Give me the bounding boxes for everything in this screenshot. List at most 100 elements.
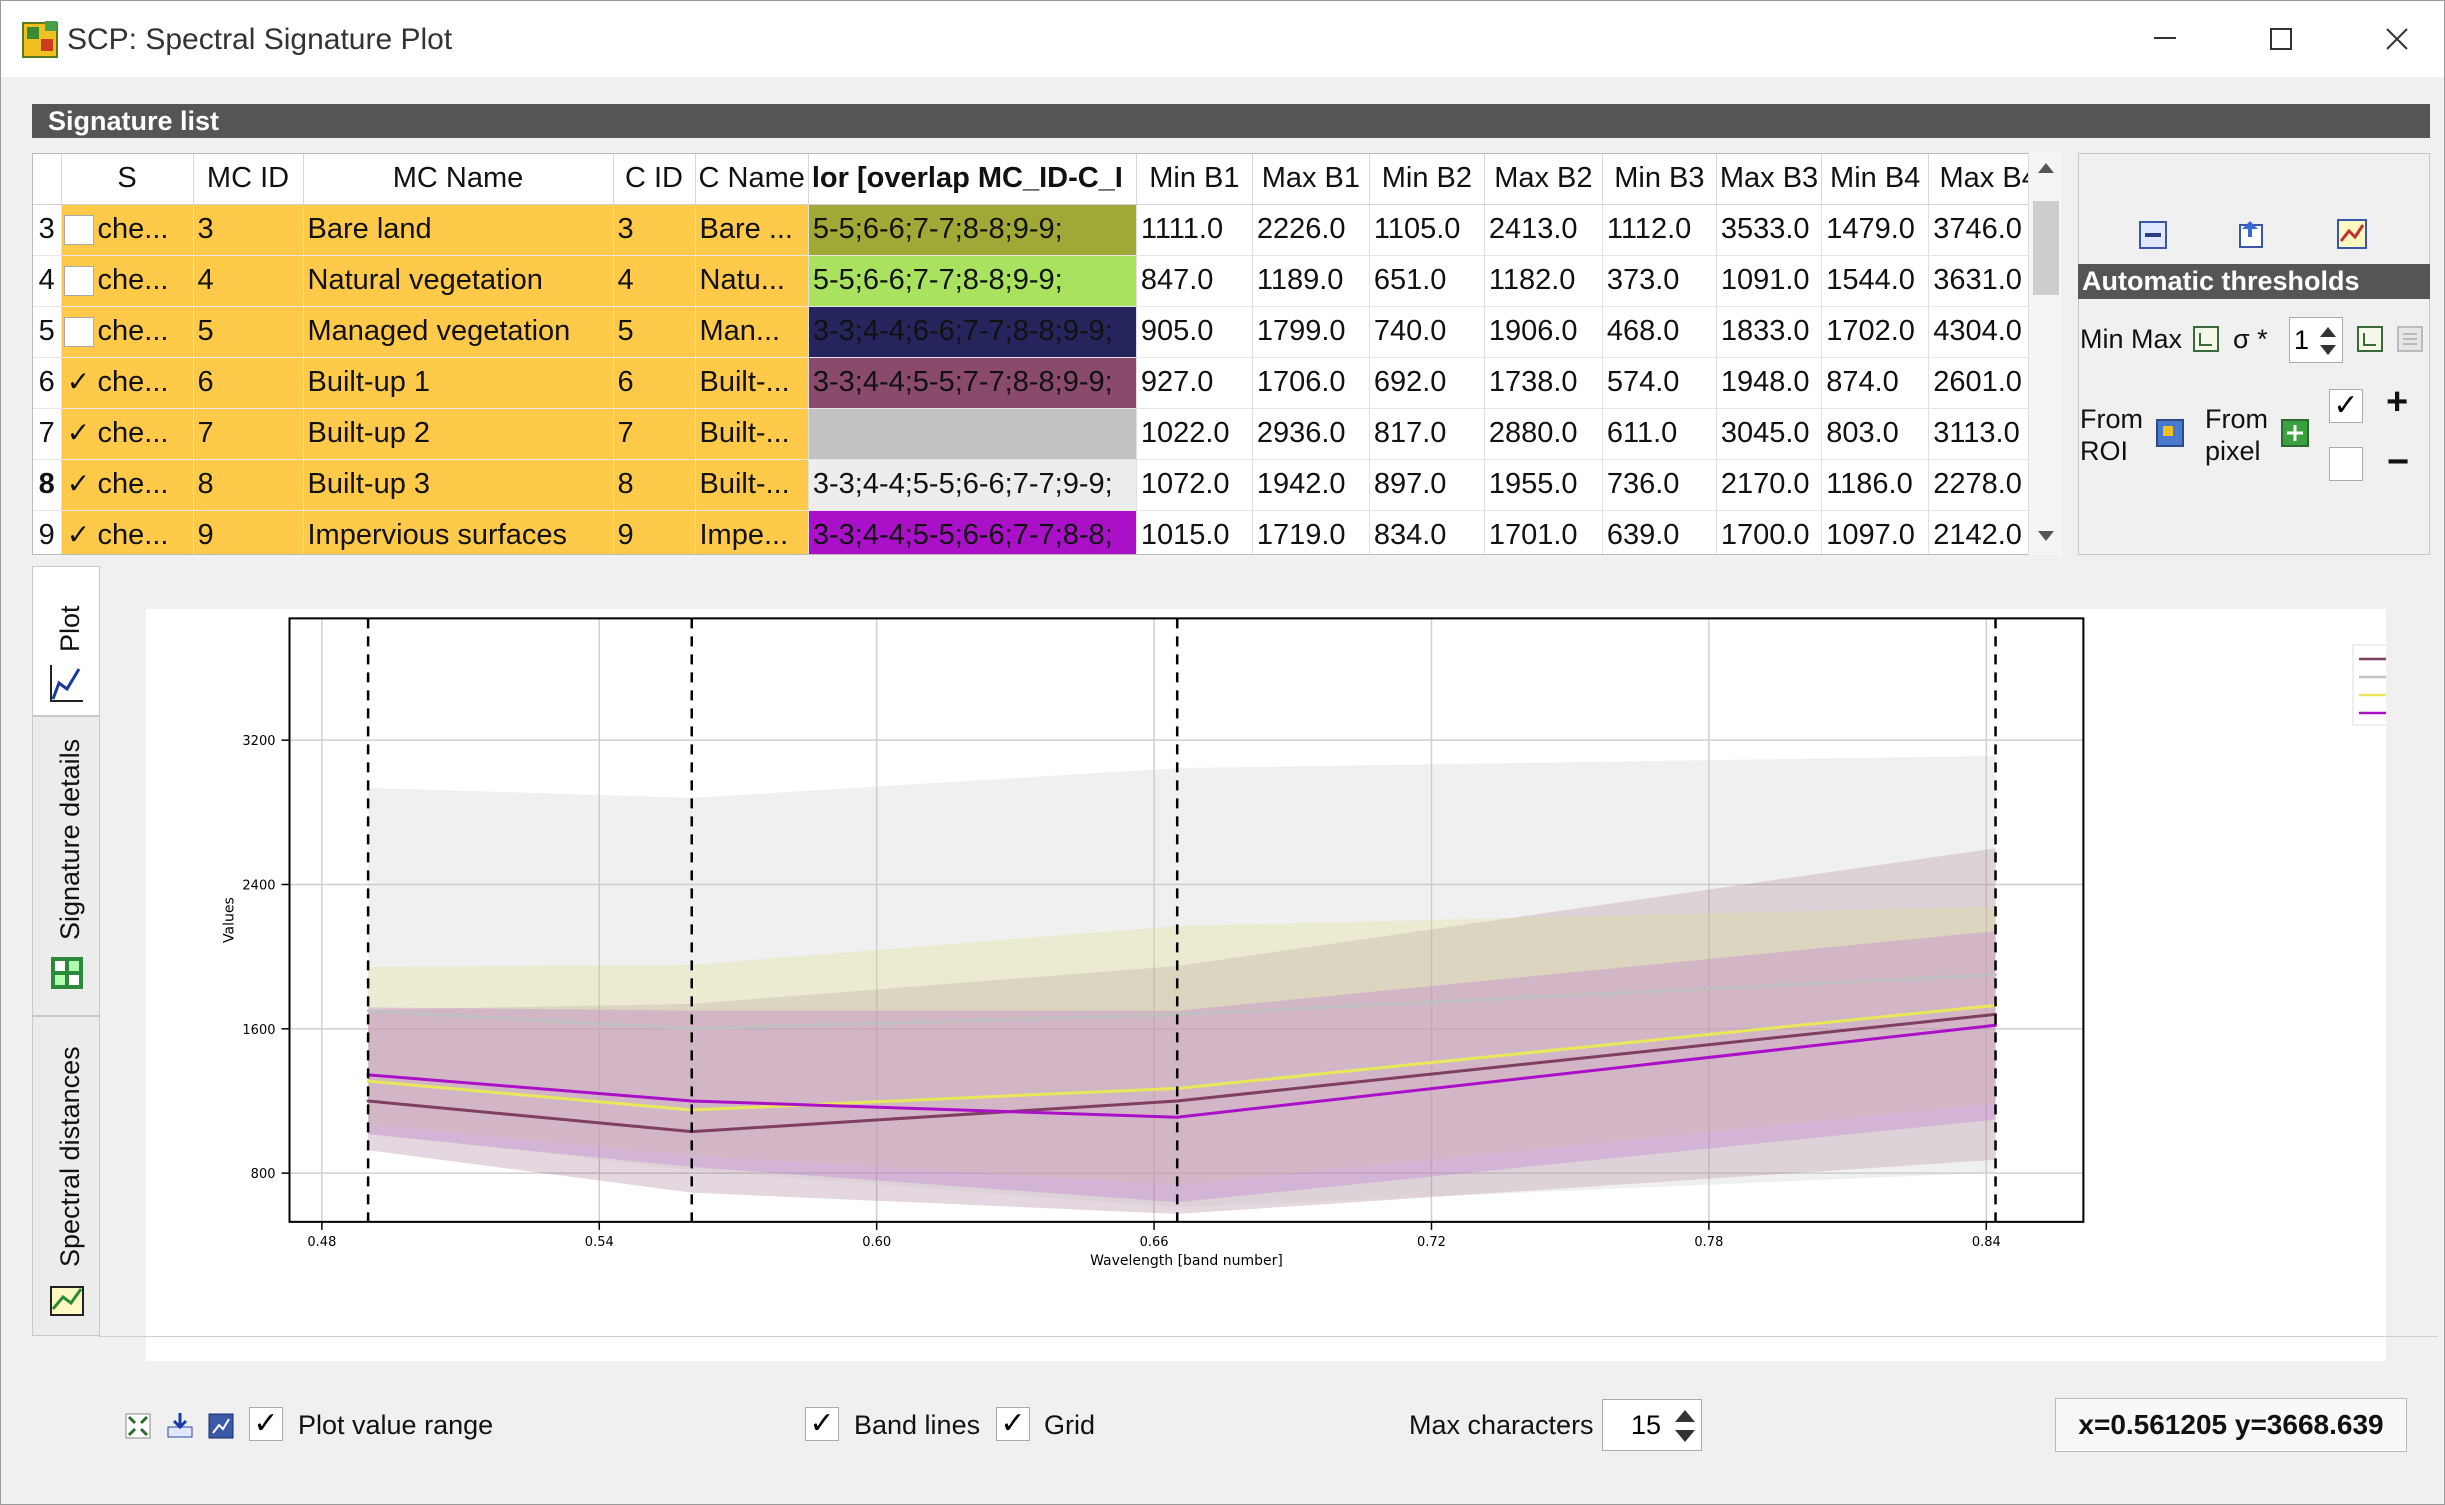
column-header[interactable]: Min B4 — [1821, 154, 1930, 205]
table-row[interactable]: 9 ✓ che... 9 Impervious surfaces 9 Impe... 3-3;… — [33, 510, 2050, 554]
c-name-cell[interactable]: Built-... — [695, 408, 809, 460]
value-cell[interactable]: 2226.0 — [1252, 204, 1370, 256]
row-checkbox[interactable]: ✓ — [64, 367, 94, 398]
color-cell[interactable]: 5-5;6-6;7-7;8-8;9-9; — [808, 204, 1137, 256]
mc-name-cell[interactable]: Impervious surfaces — [303, 510, 614, 554]
value-cell[interactable]: 1942.0 — [1252, 459, 1370, 511]
minus-threshold-checkbox[interactable] — [2329, 447, 2363, 481]
row-number[interactable]: 3 — [33, 204, 62, 256]
scrollbar-thumb[interactable] — [2033, 201, 2059, 295]
min-max-button-icon[interactable] — [2193, 326, 2219, 352]
spectral-signature-chart[interactable]: 0.48 0.54 0.60 0.66 0.72 0.78 0.84 800 1600 2400 3… — [146, 609, 2394, 1361]
value-cell[interactable]: 1186.0 — [1821, 459, 1930, 511]
band-lines-checkbox[interactable]: ✓ — [805, 1407, 839, 1441]
mc-id-cell[interactable]: 5 — [193, 306, 304, 358]
value-cell[interactable]: 1702.0 — [1821, 306, 1930, 358]
tab-spectral-distances[interactable]: Spectral distances — [32, 1016, 100, 1336]
table-row[interactable]: 7 ✓ che... 7 Built-up 2 7 Built-... 1022.0 2936.… — [33, 408, 2050, 460]
select-cell[interactable]: che... — [61, 204, 194, 256]
value-cell[interactable]: 905.0 — [1136, 306, 1253, 358]
value-cell[interactable]: 2170.0 — [1716, 459, 1823, 511]
mc-id-cell[interactable]: 4 — [193, 255, 304, 307]
value-cell[interactable]: 3533.0 — [1716, 204, 1823, 256]
value-cell[interactable]: 803.0 — [1821, 408, 1930, 460]
value-cell[interactable]: 2936.0 — [1252, 408, 1370, 460]
color-cell[interactable]: 5-5;6-6;7-7;8-8;9-9; — [808, 255, 1137, 307]
value-cell[interactable]: 874.0 — [1821, 357, 1930, 409]
row-number[interactable]: 8 — [33, 459, 62, 511]
table-scrollbar[interactable] — [2028, 153, 2062, 555]
value-cell[interactable]: 1091.0 — [1716, 255, 1823, 307]
row-checkbox[interactable] — [63, 214, 94, 245]
c-id-cell[interactable]: 8 — [613, 459, 696, 511]
c-name-cell[interactable]: Built-... — [695, 459, 809, 511]
column-header[interactable]: C ID — [613, 154, 696, 205]
value-cell[interactable]: 1738.0 — [1484, 357, 1603, 409]
c-name-cell[interactable]: Natu... — [695, 255, 809, 307]
row-checkbox[interactable]: ✓ — [64, 469, 94, 500]
select-cell[interactable]: che... — [61, 306, 194, 358]
mc-id-cell[interactable]: 6 — [193, 357, 304, 409]
save-plot-icon[interactable] — [166, 1411, 194, 1439]
mc-name-cell[interactable]: Built-up 2 — [303, 408, 614, 460]
sigma-apply-icon[interactable] — [2357, 326, 2383, 352]
value-cell[interactable]: 1906.0 — [1484, 306, 1603, 358]
value-cell[interactable]: 574.0 — [1602, 357, 1717, 409]
value-cell[interactable]: 1015.0 — [1136, 510, 1253, 554]
table-row[interactable]: 6 ✓ che... 6 Built-up 1 6 Built-... 3-3;4-4;5-5… — [33, 357, 2050, 409]
max-characters-spinbox[interactable]: 15 — [1602, 1399, 1702, 1451]
row-checkbox[interactable]: ✓ — [64, 520, 94, 551]
select-cell[interactable]: ✓ che... — [61, 357, 194, 409]
value-cell[interactable]: 1955.0 — [1484, 459, 1603, 511]
c-id-cell[interactable]: 5 — [613, 306, 696, 358]
select-cell[interactable]: ✓ che... — [61, 408, 194, 460]
plus-threshold-checkbox[interactable]: ✓ — [2329, 389, 2363, 423]
column-header[interactable]: Max B3 — [1716, 154, 1823, 205]
plot-canvas[interactable]: 0.48 0.54 0.60 0.66 0.72 0.78 0.84 800 1600 2400 3… — [146, 609, 2394, 1361]
c-id-cell[interactable]: 3 — [613, 204, 696, 256]
value-cell[interactable]: 1833.0 — [1716, 306, 1823, 358]
value-cell[interactable]: 3045.0 — [1716, 408, 1823, 460]
mc-id-cell[interactable]: 7 — [193, 408, 304, 460]
table-row[interactable]: 8 ✓ che... 8 Built-up 3 8 Built-... 3-3;4-4;5-5… — [33, 459, 2050, 511]
grid-checkbox[interactable]: ✓ — [996, 1407, 1030, 1441]
value-cell[interactable]: 1479.0 — [1821, 204, 1930, 256]
column-header[interactable]: Min B2 — [1369, 154, 1485, 205]
table-row[interactable]: 4 che... 4 Natural vegetation 4 Natu... 5-5;6-… — [33, 255, 2050, 307]
c-name-cell[interactable]: Man... — [695, 306, 809, 358]
value-cell[interactable]: 817.0 — [1369, 408, 1485, 460]
value-cell[interactable]: 651.0 — [1369, 255, 1485, 307]
maximize-button[interactable] — [2251, 15, 2311, 63]
mc-name-cell[interactable]: Natural vegetation — [303, 255, 614, 307]
plot-settings-icon[interactable] — [208, 1413, 234, 1439]
sigma-spinbox[interactable]: 1 — [2289, 317, 2343, 363]
value-cell[interactable]: 373.0 — [1602, 255, 1717, 307]
value-cell[interactable]: 611.0 — [1602, 408, 1717, 460]
row-checkbox[interactable] — [63, 316, 94, 347]
column-header[interactable]: Min B1 — [1136, 154, 1253, 205]
tab-plot[interactable]: Plot — [32, 566, 100, 716]
color-cell[interactable]: 3-3;4-4;5-5;6-6;7-7;8-8; — [808, 510, 1137, 554]
row-number[interactable]: 7 — [33, 408, 62, 460]
value-cell[interactable]: 897.0 — [1369, 459, 1485, 511]
row-number[interactable]: 6 — [33, 357, 62, 409]
value-cell[interactable]: 2880.0 — [1484, 408, 1603, 460]
table-row[interactable]: 3 che... 3 Bare land 3 Bare ... 5-5;6-6;7-7;8-… — [33, 204, 2050, 256]
value-cell[interactable]: 692.0 — [1369, 357, 1485, 409]
table-row[interactable]: 5 che... 5 Managed vegetation 5 Man... 3-3;4-4… — [33, 306, 2050, 358]
close-button[interactable] — [2367, 15, 2427, 63]
mc-name-cell[interactable]: Managed vegetation — [303, 306, 614, 358]
row-checkbox[interactable]: ✓ — [64, 418, 94, 449]
c-name-cell[interactable]: Bare ... — [695, 204, 809, 256]
row-number[interactable]: 5 — [33, 306, 62, 358]
minimize-button[interactable] — [2135, 15, 2195, 63]
value-cell[interactable]: 736.0 — [1602, 459, 1717, 511]
from-roi-icon[interactable] — [2156, 419, 2184, 447]
value-cell[interactable]: 1189.0 — [1252, 255, 1370, 307]
row-number[interactable]: 9 — [33, 510, 62, 554]
select-cell[interactable]: che... — [61, 255, 194, 307]
value-cell[interactable]: 1097.0 — [1821, 510, 1930, 554]
add-to-plot-icon[interactable] — [2337, 219, 2367, 249]
mc-name-cell[interactable]: Built-up 3 — [303, 459, 614, 511]
row-checkbox[interactable] — [63, 265, 94, 296]
